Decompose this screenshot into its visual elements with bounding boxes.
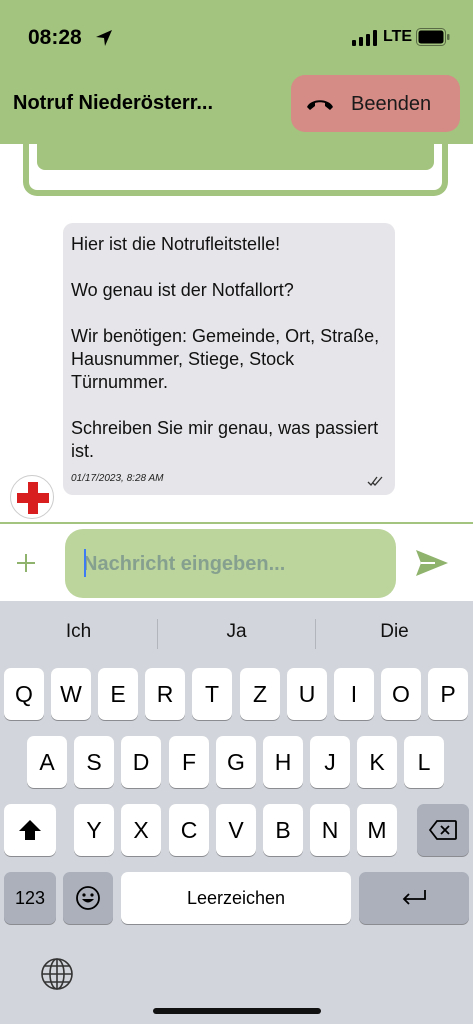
space-key[interactable]: Leerzeichen	[121, 872, 351, 924]
key-p[interactable]: P	[428, 668, 468, 720]
key-o[interactable]: O	[381, 668, 421, 720]
phone-hangup-icon	[307, 100, 333, 110]
plus-icon[interactable]	[15, 552, 37, 574]
message-input[interactable]	[83, 551, 373, 577]
key-w[interactable]: W	[51, 668, 91, 720]
suggestion-2[interactable]: Ja	[158, 621, 315, 643]
avatar	[10, 475, 54, 519]
shift-icon	[19, 820, 41, 840]
suggestion-1[interactable]: Ich	[0, 621, 157, 643]
key-z[interactable]: Z	[240, 668, 280, 720]
previous-message-card	[23, 144, 448, 196]
return-key[interactable]	[359, 872, 469, 924]
incoming-message-bubble[interactable]: Hier ist die Notrufleitstelle! Wo genau …	[63, 223, 395, 495]
location-arrow-icon	[96, 30, 112, 46]
backspace-icon	[429, 820, 457, 840]
key-f[interactable]: F	[169, 736, 209, 788]
numbers-key[interactable]: 123	[4, 872, 56, 924]
key-l[interactable]: L	[404, 736, 444, 788]
key-u[interactable]: U	[287, 668, 327, 720]
key-i[interactable]: I	[334, 668, 374, 720]
message-input-bar	[0, 522, 473, 601]
key-j[interactable]: J	[310, 736, 350, 788]
app-header: 08:28 LTE Notruf Niederösterr... Beenden	[0, 0, 473, 144]
send-icon[interactable]	[415, 549, 449, 577]
double-check-icon	[367, 476, 383, 486]
end-call-label: Beenden	[351, 93, 432, 115]
return-icon	[402, 890, 426, 905]
emoji-icon	[76, 886, 100, 910]
key-h[interactable]: H	[263, 736, 303, 788]
key-n[interactable]: N	[310, 804, 350, 856]
message-timestamp: 01/17/2023, 8:28 AM	[71, 473, 164, 484]
key-c[interactable]: C	[169, 804, 209, 856]
key-x[interactable]: X	[121, 804, 161, 856]
battery-icon	[416, 28, 450, 46]
globe-icon[interactable]	[40, 957, 74, 991]
key-b[interactable]: B	[263, 804, 303, 856]
key-k[interactable]: K	[357, 736, 397, 788]
red-cross-icon	[17, 482, 49, 514]
backspace-key[interactable]	[417, 804, 469, 856]
message-text: Hier ist die Notrufleitstelle! Wo genau …	[71, 234, 380, 461]
key-r[interactable]: R	[145, 668, 185, 720]
key-y[interactable]: Y	[74, 804, 114, 856]
shift-key[interactable]	[4, 804, 56, 856]
key-s[interactable]: S	[74, 736, 114, 788]
key-q[interactable]: Q	[4, 668, 44, 720]
emoji-key[interactable]	[63, 872, 113, 924]
signal-icon	[352, 30, 377, 46]
key-a[interactable]: A	[27, 736, 67, 788]
network-label: LTE	[383, 28, 413, 45]
key-v[interactable]: V	[216, 804, 256, 856]
page-title: Notruf Niederösterr...	[13, 92, 214, 114]
chat-area[interactable]: Hier ist die Notrufleitstelle! Wo genau …	[0, 144, 473, 524]
key-m[interactable]: M	[357, 804, 397, 856]
end-call-button[interactable]: Beenden	[291, 75, 460, 132]
key-g[interactable]: G	[216, 736, 256, 788]
key-e[interactable]: E	[98, 668, 138, 720]
text-caret	[84, 549, 86, 577]
suggestion-3[interactable]: Die	[316, 621, 473, 643]
key-d[interactable]: D	[121, 736, 161, 788]
status-time: 08:28	[28, 26, 82, 49]
home-indicator[interactable]	[153, 1008, 321, 1014]
key-t[interactable]: T	[192, 668, 232, 720]
message-field[interactable]	[65, 529, 396, 598]
